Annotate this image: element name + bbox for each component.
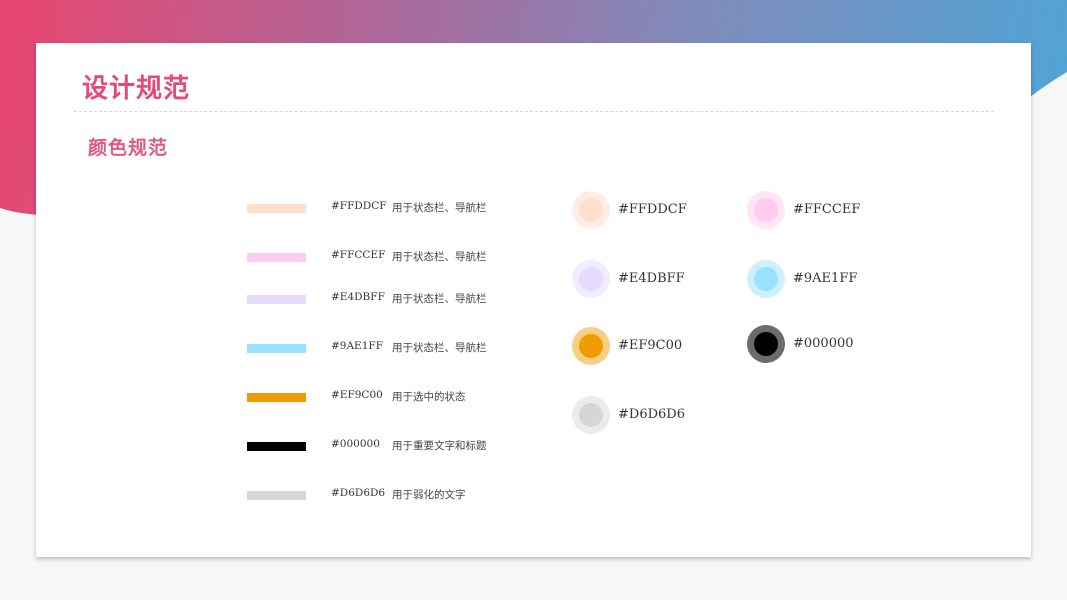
- color-dot-item: #FFDDCF: [572, 191, 712, 231]
- color-dot-label: #EF9C00: [618, 338, 683, 353]
- swatch-usage: 用于弱化的文字: [392, 489, 466, 501]
- swatch-hex: #E4DBFF: [331, 291, 385, 303]
- color-dot-label: #FFDDCF: [618, 202, 687, 217]
- color-dot-label: #000000: [793, 336, 854, 351]
- color-bar: [247, 253, 306, 262]
- color-dot-item: #000000: [747, 325, 887, 365]
- swatch-row: #FFCCEF 用于状态栏、导航栏: [247, 249, 547, 265]
- content-panel: 设计规范 颜色规范 #FFDDCF 用于状态栏、导航栏 #FFCCEF 用于状态…: [36, 43, 1031, 557]
- swatch-hex: #EF9C00: [331, 389, 383, 401]
- swatch-row: #EF9C00 用于选中的状态: [247, 389, 547, 405]
- swatch-row: #D6D6D6 用于弱化的文字: [247, 487, 547, 503]
- swatch-usage: 用于重要文字和标题: [392, 440, 487, 452]
- color-bar: [247, 295, 306, 304]
- color-bar: [247, 442, 306, 451]
- swatch-row: #000000 用于重要文字和标题: [247, 438, 547, 454]
- swatch-usage: 用于状态栏、导航栏: [392, 251, 487, 263]
- color-dot-ring: [747, 325, 785, 363]
- page-title: 设计规范: [82, 74, 191, 104]
- swatch-hex: #9AE1FF: [331, 340, 383, 352]
- color-bar: [247, 344, 306, 353]
- color-dot: [754, 332, 778, 356]
- swatch-row: #FFDDCF 用于状态栏、导航栏: [247, 200, 547, 216]
- color-dot-ring: [572, 327, 610, 365]
- color-dot-ring: [572, 396, 610, 434]
- color-dot-item: #9AE1FF: [747, 260, 887, 300]
- swatch-hex: #000000: [331, 438, 380, 450]
- section-title: 颜色规范: [88, 137, 169, 159]
- color-dot: [754, 198, 778, 222]
- swatch-hex: #FFDDCF: [331, 200, 387, 212]
- color-dot-ring: [572, 260, 610, 298]
- color-bar: [247, 491, 306, 500]
- color-dot-item: #EF9C00: [572, 327, 712, 367]
- swatch-hex: #D6D6D6: [331, 487, 386, 499]
- color-dot-item: #FFCCEF: [747, 191, 887, 231]
- color-dot: [579, 334, 603, 358]
- swatch-usage: 用于状态栏、导航栏: [392, 342, 487, 354]
- swatch-row: #9AE1FF 用于状态栏、导航栏: [247, 340, 547, 356]
- swatch-usage: 用于状态栏、导航栏: [392, 202, 487, 214]
- color-dot-label: #D6D6D6: [618, 407, 685, 422]
- color-dot-ring: [747, 260, 785, 298]
- color-bar: [247, 204, 306, 213]
- color-dot-ring: [572, 191, 610, 229]
- color-dot: [579, 198, 603, 222]
- title-divider: [74, 111, 994, 112]
- color-dot-label: #9AE1FF: [793, 271, 858, 286]
- color-dot-ring: [747, 191, 785, 229]
- swatch-row: #E4DBFF 用于状态栏、导航栏: [247, 291, 547, 307]
- swatch-usage: 用于选中的状态: [392, 391, 466, 403]
- color-dot: [754, 267, 778, 291]
- color-dot-item: #E4DBFF: [572, 260, 712, 300]
- color-dot-label: #FFCCEF: [793, 202, 861, 217]
- color-dot-label: #E4DBFF: [618, 271, 685, 286]
- color-bar: [247, 393, 306, 402]
- swatch-hex: #FFCCEF: [331, 249, 386, 261]
- color-dot: [579, 267, 603, 291]
- swatch-usage: 用于状态栏、导航栏: [392, 293, 487, 305]
- color-dot: [579, 403, 603, 427]
- color-dot-item: #D6D6D6: [572, 396, 712, 436]
